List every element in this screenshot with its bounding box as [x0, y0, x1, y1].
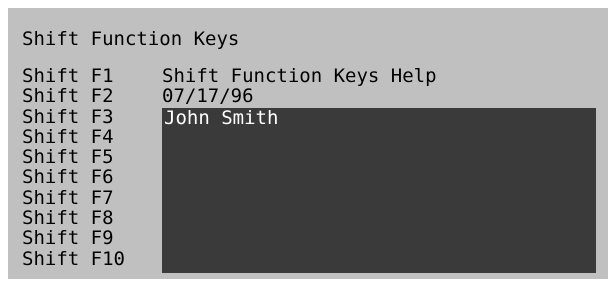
shift-key-list: Shift F1 Shift F2 Shift F3 Shift F4 Shif… — [22, 66, 162, 269]
shift-f2-date-value: 07/17/96 — [162, 85, 254, 107]
shift-f1-value: Shift Function Keys Help — [162, 65, 437, 87]
shift-f3-name-value: John Smith — [164, 107, 279, 129]
key-row-shift-f10[interactable]: Shift F10 — [22, 249, 162, 269]
key-row-shift-f6[interactable]: Shift F6 — [22, 167, 162, 187]
key-row-shift-f9[interactable]: Shift F9 — [22, 228, 162, 248]
key-label: Shift F1 — [22, 65, 114, 87]
key-label: Shift F6 — [22, 166, 114, 189]
key-label: Shift F2 — [22, 85, 114, 108]
key-row-shift-f7[interactable]: Shift F7 — [22, 188, 162, 208]
key-label: Shift F5 — [22, 146, 114, 169]
selected-name-field[interactable]: John Smith — [162, 108, 596, 273]
key-row-shift-f4[interactable]: Shift F4 — [22, 127, 162, 147]
key-row-shift-f1[interactable]: Shift F1 — [22, 66, 162, 86]
key-row-shift-f8[interactable]: Shift F8 — [22, 208, 162, 228]
key-label: Shift F3 — [22, 105, 114, 128]
key-label: Shift F10 — [22, 247, 125, 270]
key-row-shift-f2[interactable]: Shift F2 — [22, 86, 162, 106]
key-label: Shift F9 — [22, 227, 114, 250]
key-label: Shift F8 — [22, 207, 114, 230]
key-row-shift-f3[interactable]: Shift F3 — [22, 107, 162, 127]
key-label: Shift F7 — [22, 186, 114, 209]
key-label: Shift F4 — [22, 125, 114, 148]
shift-function-keys-panel: Shift Function Keys Shift F1 Shift F2 Sh… — [8, 8, 608, 279]
panel-title: Shift Function Keys — [22, 28, 240, 50]
key-row-shift-f5[interactable]: Shift F5 — [22, 147, 162, 167]
